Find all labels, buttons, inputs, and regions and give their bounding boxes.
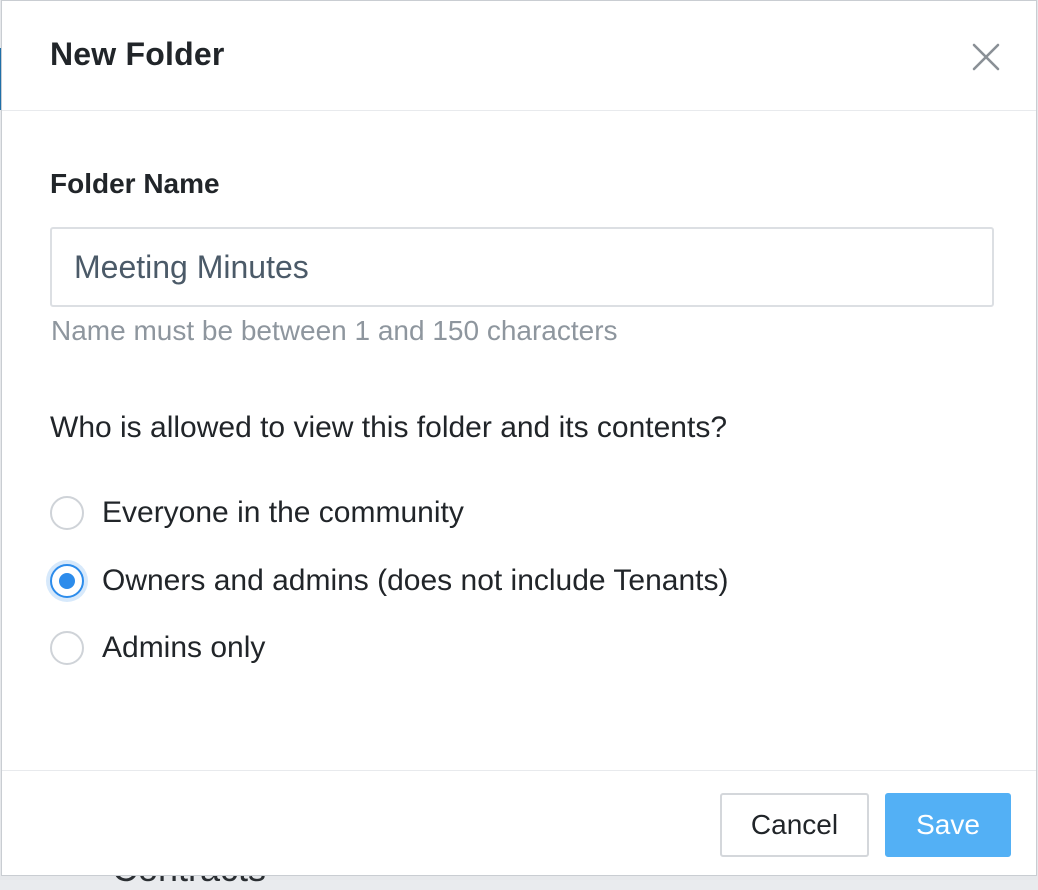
radio-option-everyone[interactable]: Everyone in the community — [50, 493, 464, 533]
radio-option-admins-only[interactable]: Admins only — [50, 628, 265, 668]
radio-button[interactable] — [50, 496, 84, 530]
close-icon — [972, 43, 1000, 71]
radio-label: Everyone in the community — [102, 496, 464, 529]
dialog-header: New Folder — [2, 1, 1036, 111]
new-folder-dialog: New Folder Folder Name Name must be betw… — [1, 0, 1037, 876]
dialog-body: Folder Name Name must be between 1 and 1… — [2, 111, 1036, 771]
folder-name-hint: Name must be between 1 and 150 character… — [51, 315, 618, 346]
dialog-title: New Folder — [50, 36, 225, 72]
close-button[interactable] — [968, 39, 1004, 75]
radio-label: Owners and admins (does not include Tena… — [102, 564, 729, 597]
dialog-footer: Cancel Save — [2, 770, 1036, 877]
folder-name-label: Folder Name — [50, 168, 220, 199]
radio-option-owners-admins[interactable]: Owners and admins (does not include Tena… — [50, 561, 728, 601]
save-button[interactable]: Save — [885, 793, 1011, 857]
cancel-button[interactable]: Cancel — [720, 793, 869, 857]
radio-button-selected[interactable] — [50, 564, 84, 598]
folder-name-input[interactable] — [50, 227, 994, 307]
radio-label: Admins only — [102, 631, 266, 664]
visibility-question: Who is allowed to view this folder and i… — [50, 411, 728, 444]
radio-button[interactable] — [50, 631, 84, 665]
